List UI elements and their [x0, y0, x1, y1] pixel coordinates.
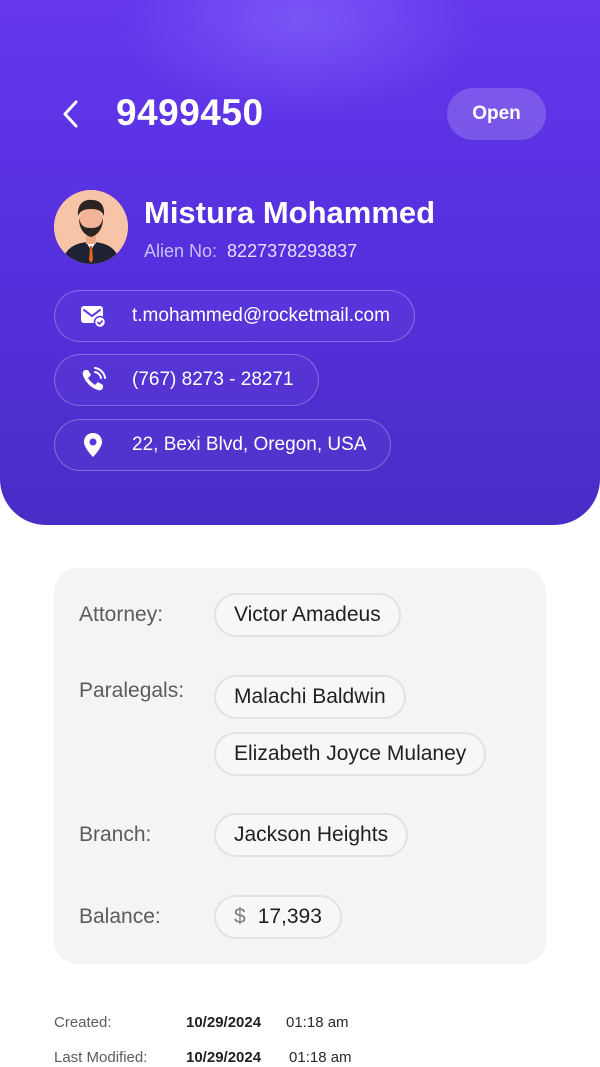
location-pin-icon [80, 432, 106, 458]
case-id-title: 9499450 [116, 92, 264, 133]
client-name: Mistura Mohammed [144, 195, 436, 230]
balance-chip[interactable]: $ 17,393 [214, 895, 342, 939]
back-button[interactable] [56, 96, 86, 132]
paralegal-chip[interactable]: Elizabeth Joyce Mulaney [214, 732, 487, 776]
paralegal-chip[interactable]: Malachi Baldwin [214, 675, 406, 719]
attorney-label: Attorney: [79, 603, 164, 626]
alien-number-row: Alien No: 8227378293837 [144, 241, 357, 262]
address-text: 22, Bexi Blvd, Oregon, USA [132, 434, 367, 455]
phone-text: (767) 8273 - 28271 [132, 369, 294, 390]
branch-chip[interactable]: Jackson Heights [214, 813, 409, 857]
phone-icon [80, 367, 106, 393]
created-time: 01:18 am [286, 1014, 349, 1031]
case-header: 9499450 Open Mistura Mohammed Alien No: 8… [0, 0, 600, 525]
balance-label: Balance: [79, 905, 161, 928]
chevron-left-icon [63, 100, 78, 128]
avatar [54, 190, 128, 264]
attorney-chip[interactable]: Victor Amadeus [214, 593, 401, 637]
modified-date: 10/29/2024 [186, 1049, 262, 1066]
alien-number-label: Alien No: [144, 241, 218, 261]
created-date: 10/29/2024 [186, 1014, 262, 1031]
alien-number-value: 8227378293837 [227, 241, 358, 261]
modified-label: Last Modified: [54, 1049, 148, 1066]
created-label: Created: [54, 1014, 112, 1031]
paralegals-label: Paralegals: [79, 679, 185, 702]
branch-label: Branch: [79, 823, 152, 846]
email-icon [80, 303, 106, 329]
case-details-card: Attorney: Victor Amadeus Paralegals: Mal… [54, 568, 546, 964]
balance-value: 17,393 [257, 905, 322, 928]
email-text: t.mohammed@rocketmail.com [132, 305, 390, 326]
modified-time: 01:18 am [289, 1049, 352, 1066]
phone-pill[interactable]: (767) 8273 - 28271 [54, 354, 319, 406]
email-pill[interactable]: t.mohammed@rocketmail.com [54, 290, 415, 342]
address-pill[interactable]: 22, Bexi Blvd, Oregon, USA [54, 419, 392, 471]
currency-symbol: $ [234, 905, 246, 928]
status-badge[interactable]: Open [447, 88, 546, 140]
avatar-illustration [54, 190, 128, 264]
